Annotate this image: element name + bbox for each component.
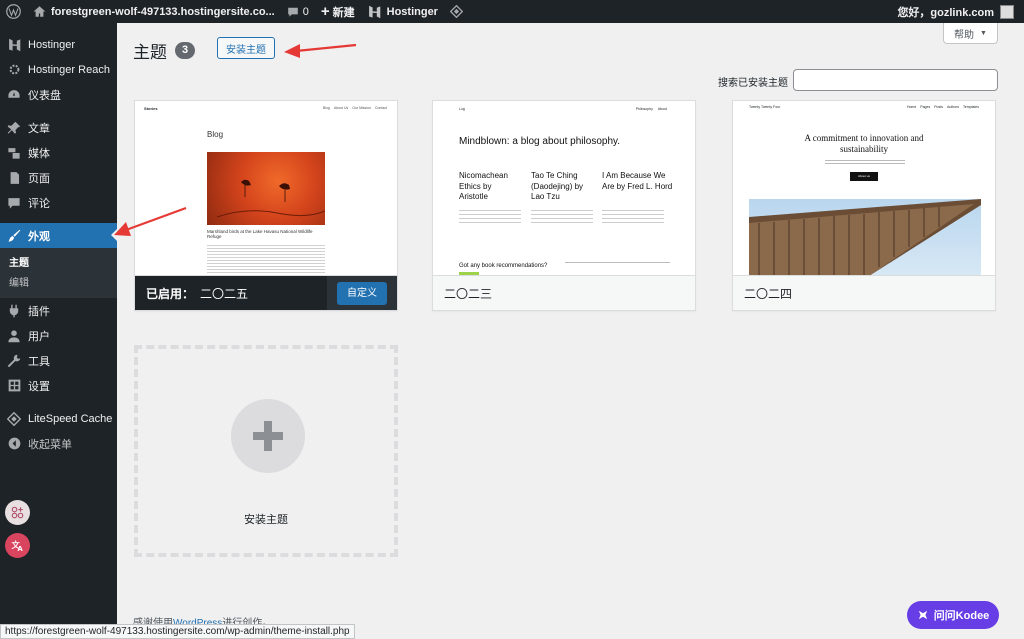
apps-icon[interactable]: [5, 500, 30, 525]
avatar: [1000, 4, 1014, 19]
hostinger-link[interactable]: Hostinger: [361, 0, 444, 23]
add-new-theme-card[interactable]: 安装主题: [134, 345, 398, 557]
sidebar-item-settings[interactable]: 设置: [0, 373, 117, 398]
translate-icon[interactable]: 文A: [5, 533, 30, 558]
sidebar-item-comments[interactable]: 评论: [0, 190, 117, 215]
kodee-icon: [918, 610, 927, 620]
sidebar-item-appearance[interactable]: 外观: [0, 223, 117, 248]
page-title: 主题 3: [133, 38, 195, 63]
site-name-link[interactable]: forestgreen-wolf-497133.hostingersite.co…: [27, 0, 281, 23]
customize-button[interactable]: 自定义: [337, 282, 387, 305]
status-bar-url: https://forestgreen-wolf-497133.hostinge…: [0, 624, 355, 639]
chevron-down-icon: ▼: [980, 29, 987, 37]
user-icon: [6, 328, 22, 344]
svg-text:A: A: [18, 545, 24, 553]
theme-card-twentytwentyfive[interactable]: Stories Blog About Us Our Mission Contact B…: [134, 100, 398, 311]
sidebar-item-collapse-menu[interactable]: 收起菜单: [0, 431, 117, 456]
theme-name-bar: 二〇二三: [433, 275, 695, 310]
preview-nav: Blog About Us Our Mission Contact: [322, 106, 387, 110]
ask-kodee-button[interactable]: 问问Kodee: [907, 601, 999, 629]
theme-screenshot: Log Philosophy About Mindblown: a blog ab…: [433, 101, 695, 276]
preview-nav: Home Pages Posts Authors Templates: [906, 105, 979, 109]
dashboard-icon: [6, 87, 22, 103]
theme-count-badge: 3: [175, 42, 195, 59]
litespeed-icon[interactable]: [444, 0, 469, 23]
brush-icon: [6, 228, 22, 244]
sidebar-item-plugins[interactable]: 插件: [0, 298, 117, 323]
sidebar-item-tools[interactable]: 工具: [0, 348, 117, 373]
comment-icon: [6, 195, 22, 211]
help-button[interactable]: 帮助 ▼: [943, 23, 998, 44]
theme-name-bar: 已启用： 二〇二五 自定义: [135, 275, 397, 310]
comment-icon: [287, 7, 298, 17]
sidebar-item-hostinger-reach[interactable]: Hostinger Reach: [0, 57, 117, 82]
submenu-item-editor[interactable]: 编辑: [0, 274, 117, 294]
media-icon: [6, 145, 22, 161]
wordpress-logo-icon[interactable]: [0, 0, 27, 23]
admin-bar: forestgreen-wolf-497133.hostingersite.co…: [0, 0, 1024, 23]
plugin-icon: [6, 303, 22, 319]
settings-icon: [6, 378, 22, 394]
sidebar-item-users[interactable]: 用户: [0, 323, 117, 348]
search-label: 搜索已安装主题: [718, 78, 788, 89]
hostinger-icon: [368, 5, 380, 18]
theme-card-twentytwentythree[interactable]: Log Philosophy About Mindblown: a blog ab…: [432, 100, 696, 311]
admin-sidebar: Hostinger Hostinger Reach 仪表盘 文章 媒体 页面 评…: [0, 23, 117, 639]
main-content: 帮助 ▼ 主题 3 安装主题 搜索已安装主题 Stories Blog About…: [117, 23, 1024, 639]
search-themes-input[interactable]: [793, 69, 998, 91]
hostinger-icon: [6, 37, 22, 53]
comments-link[interactable]: 0: [281, 0, 315, 23]
submenu-item-themes[interactable]: 主题: [0, 254, 117, 274]
home-icon: [33, 6, 46, 17]
litespeed-icon: [6, 411, 22, 427]
collapse-icon: [6, 436, 22, 452]
sidebar-item-media[interactable]: 媒体: [0, 140, 117, 165]
theme-card-twentytwentyfour[interactable]: Twenty Twenty Four Home Pages Posts Authors…: [732, 100, 996, 311]
theme-screenshot: Stories Blog About Us Our Mission Contact B…: [135, 101, 397, 276]
bird-photo: [207, 152, 325, 225]
account-menu[interactable]: 您好，gozlink.com: [891, 0, 1024, 23]
page-icon: [6, 170, 22, 186]
building-photo: [749, 199, 981, 276]
appearance-submenu: 主题 编辑: [0, 248, 117, 298]
plus-icon: +: [320, 3, 330, 20]
sidebar-item-hostinger[interactable]: Hostinger: [0, 32, 117, 57]
theme-screenshot: Twenty Twenty Four Home Pages Posts Authors…: [733, 101, 995, 276]
sidebar-item-pages[interactable]: 页面: [0, 165, 117, 190]
sidebar-item-litespeed-cache[interactable]: LiteSpeed Cache: [0, 406, 117, 431]
text-lines: [207, 243, 325, 273]
new-content-link[interactable]: + 新建: [315, 0, 361, 23]
add-theme-button[interactable]: 安装主题: [217, 37, 275, 59]
plus-icon: [231, 399, 305, 473]
gear-icon: [6, 62, 22, 78]
theme-name-bar: 二〇二四: [733, 275, 995, 310]
pin-icon: [6, 120, 22, 136]
sidebar-item-dashboard[interactable]: 仪表盘: [0, 82, 117, 107]
sidebar-item-posts[interactable]: 文章: [0, 115, 117, 140]
wrench-icon: [6, 353, 22, 369]
preview-nav: Philosophy About: [635, 107, 667, 111]
